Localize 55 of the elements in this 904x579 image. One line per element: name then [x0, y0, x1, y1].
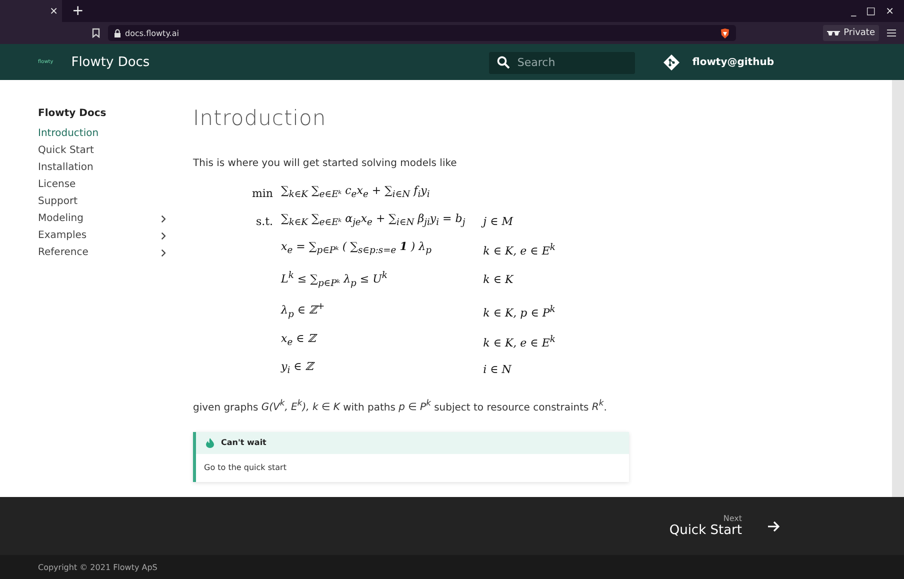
- copyright-text: Copyright © 2021 Flowty ApS: [38, 562, 158, 572]
- math-expression: λ$_{p}$ ∈ ℤ$^{+}$: [281, 300, 326, 322]
- math-condition: k ∈ K: [482, 272, 515, 286]
- math-condition: j ∈ M: [480, 214, 514, 228]
- sidebar-item[interactable]: Installation: [38, 159, 166, 176]
- window-control-button[interactable]: ×: [886, 6, 894, 16]
- github-link[interactable]: flowty@github: [692, 56, 774, 68]
- math-expression: ∑$_{k∈K}$ ∑$_{e∈Eᵏ}$ c$_{e}$x$_{e}$ + ∑$_{i∈N}$ f$_{i}$y$_{i}$: [281, 183, 431, 202]
- math-expression: L$^{k}$ ≤ ∑$_{p∈Pᵏ}$ λ$_{p}$ ≤ U$^{k}$: [281, 268, 388, 290]
- chevron-right-icon: [161, 232, 166, 240]
- chevron-right-icon: [161, 248, 166, 256]
- sidebar-item[interactable]: Examples: [38, 227, 166, 244]
- math-condition: k ∈ K, e ∈ E$^{k}$: [482, 242, 556, 258]
- math-expression: ∑$_{k∈K}$ ∑$_{e∈Eᵏ}$ α$_{je}$x$_{e}$ + ∑$_{i∈N}$ β$_{ji}$y$_{i}$ = b$_{j}$: [281, 211, 466, 230]
- math-expression: y$_{i}$ ∈ ℤ: [281, 359, 316, 379]
- math-condition: k ∈ K, p ∈ P$^{k}$: [482, 304, 556, 320]
- new-tab-button[interactable]: +: [72, 3, 84, 19]
- scrollbar[interactable]: [892, 80, 904, 497]
- paragraph: given graphs G(V$^{k}$, E$^{k}$), k ∈ K with paths p ∈ P$^{k}$ subject to resource constraints R$^{k}$.: [193, 396, 608, 415]
- arrow-right-icon[interactable]: [768, 520, 780, 532]
- sunglasses-icon: [826, 30, 840, 36]
- page-title: Introduction: [193, 106, 328, 130]
- menu-icon[interactable]: [887, 29, 896, 37]
- math-condition: i ∈ N: [482, 363, 513, 376]
- math-expression: x$_{e}$ = ∑$_{p∈Pᵏ}$ ( ∑$_{s∈p:s=e}$ 1 ) λ$_{p}$: [281, 239, 432, 259]
- callout-title: Can't wait: [221, 438, 266, 448]
- paragraph: This is where you will get started solving models like: [193, 157, 458, 171]
- quick-start-link[interactable]: Go to the quick start: [204, 463, 286, 472]
- next-page-link[interactable]: Next Quick Start: [669, 514, 742, 538]
- flame-icon: [206, 438, 214, 448]
- sidebar-item[interactable]: Support: [38, 193, 166, 210]
- sidebar-title: Flowty Docs: [38, 108, 108, 121]
- search-field[interactable]: Search: [489, 52, 636, 74]
- math-label: min: [252, 186, 273, 202]
- git-icon: [663, 54, 680, 70]
- close-tab-button[interactable]: ×: [50, 6, 58, 16]
- sidebar-item[interactable]: License: [38, 176, 166, 193]
- sidebar-item[interactable]: Introduction: [38, 125, 166, 142]
- math-label: s.t.: [256, 214, 273, 230]
- search-icon: [497, 56, 510, 68]
- sidebar-item[interactable]: Quick Start: [38, 142, 166, 159]
- sidebar-item[interactable]: Reference: [38, 244, 166, 261]
- private-button[interactable]: Private: [822, 25, 879, 41]
- browser-tab[interactable]: ×: [0, 0, 62, 22]
- math-condition: k ∈ K, e ∈ E$^{k}$: [482, 334, 556, 350]
- lock-icon: [114, 28, 121, 38]
- address-bar[interactable]: docs.flowty.ai: [108, 25, 736, 41]
- lion-shield-icon[interactable]: [720, 28, 730, 38]
- window-control-button[interactable]: □: [866, 6, 876, 16]
- bookmark-icon[interactable]: [92, 28, 100, 38]
- math-expression: x$_{e}$ ∈ ℤ: [281, 331, 318, 350]
- window-control-button[interactable]: _: [851, 6, 856, 16]
- sidebar-item[interactable]: Modeling: [38, 210, 166, 227]
- site-title[interactable]: Flowty Docs: [71, 54, 150, 70]
- chevron-right-icon: [161, 214, 166, 222]
